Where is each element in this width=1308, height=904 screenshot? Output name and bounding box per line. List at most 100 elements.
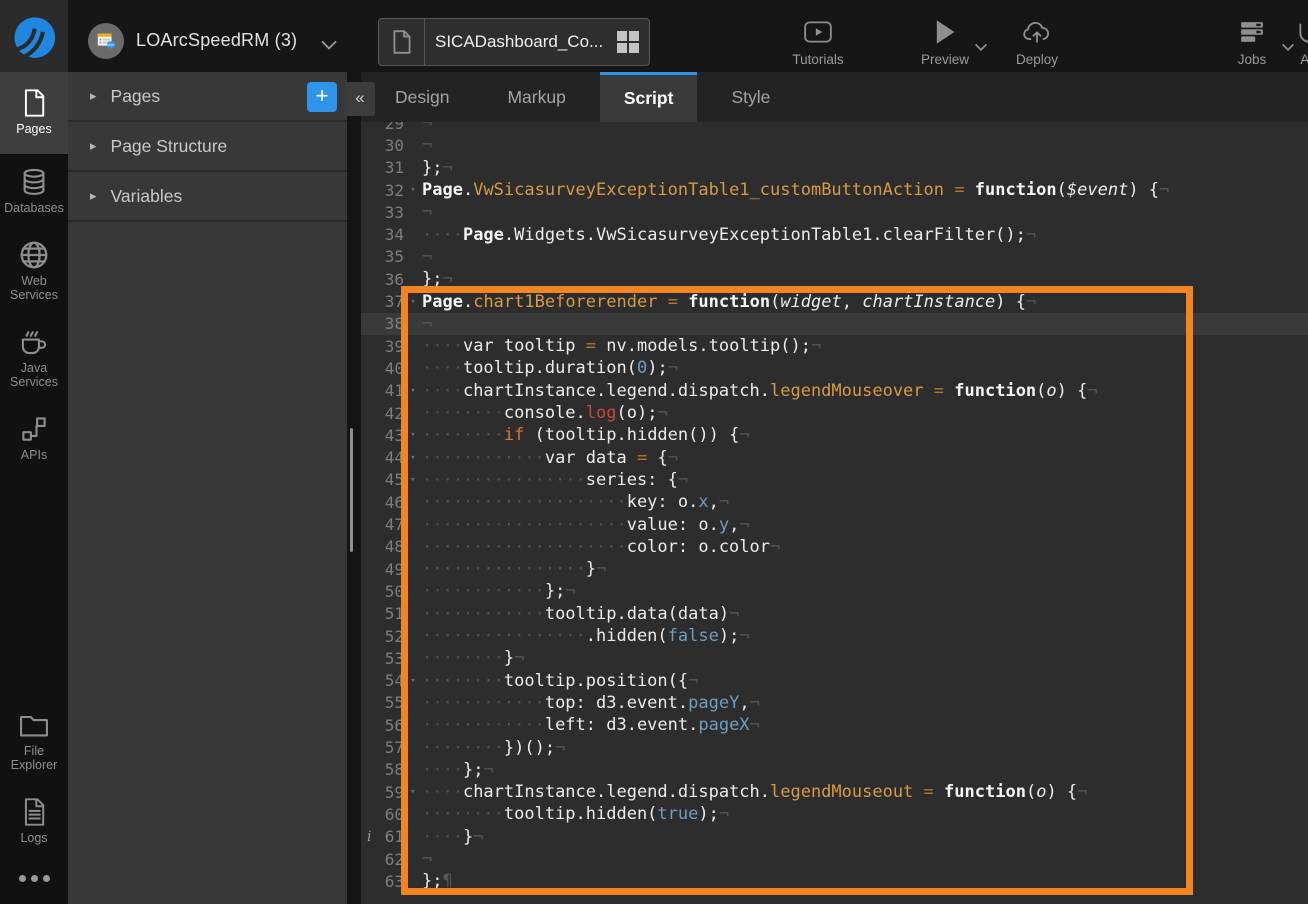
sidebar-item-apis[interactable]: APIs xyxy=(0,401,68,474)
code-text: Page.VwSicasurveyExceptionTable1_customB… xyxy=(422,180,1169,200)
code-line-50[interactable]: 50············};¬ xyxy=(361,580,1308,602)
code-line-54[interactable]: 54▾········tooltip.position({¬ xyxy=(361,670,1308,692)
panel-section-variables[interactable]: ▸ Variables xyxy=(68,172,347,222)
info-marker-icon[interactable]: i xyxy=(367,829,371,845)
chevron-down-icon[interactable] xyxy=(323,36,339,46)
code-line-61[interactable]: i61····}¬ xyxy=(361,826,1308,848)
panel-scrollbar[interactable] xyxy=(350,428,353,552)
panel-section-label: Page Structure xyxy=(111,136,228,157)
code-text: ····var tooltip = nv.models.tooltip();¬ xyxy=(422,336,821,356)
code-line-34[interactable]: 34····Page.Widgets.VwSicasurveyException… xyxy=(361,224,1308,246)
tutorials-button[interactable]: Tutorials xyxy=(781,18,855,67)
wavemaker-logo[interactable] xyxy=(0,0,68,72)
line-number: 30 xyxy=(365,136,404,155)
databases-icon xyxy=(19,167,49,197)
deploy-button[interactable]: Deploy xyxy=(1000,18,1074,67)
code-text: };¬ xyxy=(422,158,453,178)
java-services-icon xyxy=(18,327,50,357)
code-line-60[interactable]: 60········tooltip.hidden(true);¬ xyxy=(361,803,1308,825)
code-line-33[interactable]: 33¬ xyxy=(361,201,1308,223)
open-page-tab[interactable]: SICADashboard_Co... xyxy=(378,18,650,66)
preview-button[interactable]: Preview xyxy=(908,18,982,67)
code-line-35[interactable]: 35¬ xyxy=(361,246,1308,268)
line-number: 34 xyxy=(365,225,404,244)
tab-design[interactable]: Design xyxy=(371,72,473,122)
code-line-31[interactable]: 31};¬ xyxy=(361,157,1308,179)
code-line-32[interactable]: 32▾Page.VwSicasurveyExceptionTable1_cust… xyxy=(361,179,1308,201)
script-editor[interactable]: 29¬30¬31};¬32▾Page.VwSicasurveyException… xyxy=(361,72,1308,904)
code-line-52[interactable]: 52················.hidden(false);¬ xyxy=(361,625,1308,647)
fold-arrow-icon[interactable]: ▾ xyxy=(404,453,422,463)
caret-right-icon[interactable]: ▸ xyxy=(90,138,97,154)
caret-right-icon[interactable]: ▸ xyxy=(90,88,97,104)
line-number: 46 xyxy=(365,493,404,512)
fold-arrow-icon[interactable]: ▾ xyxy=(404,787,422,797)
caret-right-icon[interactable]: ▸ xyxy=(90,188,97,204)
line-number: 40 xyxy=(365,359,404,378)
sidebar-item-logs[interactable]: Logs xyxy=(0,784,68,857)
code-line-45[interactable]: 45▾················series: {¬ xyxy=(361,469,1308,491)
code-line-40[interactable]: 40····tooltip.duration(0);¬ xyxy=(361,357,1308,379)
sidebar-item-pages[interactable]: Pages xyxy=(0,72,68,154)
code-line-55[interactable]: 55············top: d3.event.pageY,¬ xyxy=(361,692,1308,714)
code-line-46[interactable]: 46····················key: o.x,¬ xyxy=(361,491,1308,513)
code-line-37[interactable]: 37▾Page.chart1Beforerender = function(wi… xyxy=(361,290,1308,312)
code-text: ················}¬ xyxy=(422,559,606,579)
code-line-36[interactable]: 36};¬ xyxy=(361,268,1308,290)
code-text: ····················color: o.color¬ xyxy=(422,537,780,557)
code-line-51[interactable]: 51············tooltip.data(data)¬ xyxy=(361,603,1308,625)
code-text: ····chartInstance.legend.dispatch.legend… xyxy=(422,782,1087,802)
tab-style[interactable]: Style xyxy=(707,72,794,122)
line-number: 32 xyxy=(365,181,404,200)
add-page-button[interactable]: + xyxy=(307,82,337,112)
fold-arrow-icon[interactable]: ▾ xyxy=(404,297,422,307)
sidebar-item-label: Pages xyxy=(16,122,51,136)
code-line-41[interactable]: 41▾····chartInstance.legend.dispatch.leg… xyxy=(361,380,1308,402)
code-area[interactable]: 29¬30¬31};¬32▾Page.VwSicasurveyException… xyxy=(361,72,1308,904)
tab-script[interactable]: Script xyxy=(600,72,698,122)
code-line-44[interactable]: 44▾············var data = {¬ xyxy=(361,447,1308,469)
code-line-53[interactable]: 53········}¬ xyxy=(361,647,1308,669)
preview-chevron-down-icon[interactable] xyxy=(976,40,990,49)
line-number: 60 xyxy=(365,805,404,824)
code-line-56[interactable]: 56············left: d3.event.pageX¬ xyxy=(361,714,1308,736)
sidebar-item-label: Web Services xyxy=(2,274,66,302)
code-line-48[interactable]: 48····················color: o.color¬ xyxy=(361,536,1308,558)
sidebar-item-label: Java Services xyxy=(2,361,66,389)
artifacts-icon xyxy=(1296,18,1308,46)
page-grid-icon[interactable] xyxy=(617,31,639,53)
fold-arrow-icon[interactable]: ▾ xyxy=(404,430,422,440)
code-line-30[interactable]: 30¬ xyxy=(361,134,1308,156)
sidebar-item-databases[interactable]: Databases xyxy=(0,154,68,227)
code-line-63[interactable]: 63};¶ xyxy=(361,870,1308,892)
code-line-47[interactable]: 47····················value: o.y,¬ xyxy=(361,513,1308,535)
fold-arrow-icon[interactable]: ▾ xyxy=(404,676,422,686)
more-options-button[interactable] xyxy=(0,857,68,904)
sidebar-item-web-services[interactable]: Web Services xyxy=(0,227,68,314)
collapse-panel-button[interactable]: « xyxy=(345,82,375,116)
code-text: ····};¬ xyxy=(422,760,494,780)
fold-arrow-icon[interactable]: ▾ xyxy=(404,475,422,485)
sidebar-item-label: APIs xyxy=(21,448,47,462)
panel-section-page-structure[interactable]: ▸ Page Structure xyxy=(68,122,347,172)
code-line-49[interactable]: 49················}¬ xyxy=(361,558,1308,580)
code-line-38[interactable]: 38¬ xyxy=(361,313,1308,335)
code-line-42[interactable]: 42········console.log(o);¬ xyxy=(361,402,1308,424)
code-line-59[interactable]: 59▾····chartInstance.legend.dispatch.leg… xyxy=(361,781,1308,803)
code-text: ············tooltip.data(data)¬ xyxy=(422,604,739,624)
panel-section-label: Variables xyxy=(111,186,183,207)
code-line-57[interactable]: 57········})();¬ xyxy=(361,736,1308,758)
panel-section-pages[interactable]: ▸Pages+ xyxy=(68,72,347,122)
tab-markup[interactable]: Markup xyxy=(483,72,589,122)
sidebar-item-java-services[interactable]: Java Services xyxy=(0,314,68,401)
code-line-39[interactable]: 39····var tooltip = nv.models.tooltip();… xyxy=(361,335,1308,357)
code-line-43[interactable]: 43▾········if (tooltip.hidden()) {¬ xyxy=(361,424,1308,446)
sidebar-item-file-explorer[interactable]: File Explorer xyxy=(0,697,68,784)
code-line-58[interactable]: 58····};¬ xyxy=(361,759,1308,781)
project-switcher[interactable]: LOArcSpeedRM (3) xyxy=(88,9,339,72)
code-line-62[interactable]: 62¬ xyxy=(361,848,1308,870)
code-text: ············};¬ xyxy=(422,581,576,601)
fold-arrow-icon[interactable]: ▾ xyxy=(404,386,422,396)
fold-arrow-icon[interactable]: ▾ xyxy=(404,185,422,195)
artifacts-button[interactable]: Art xyxy=(1272,18,1308,67)
